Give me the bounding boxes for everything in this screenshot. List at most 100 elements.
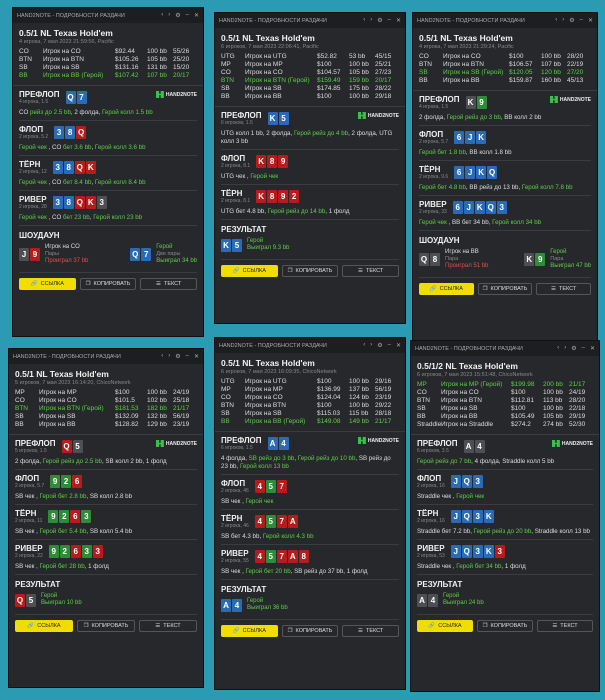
player-row[interactable]: MP Игрок на MP $136.99 137 bb 56/19 [221,386,399,394]
minimize-icon[interactable]: – [388,342,391,349]
link-button[interactable]: 🔗 ССЫЛКА [221,625,278,637]
player-row[interactable]: CO Игрок на CO $124.04 124 bb 23/19 [221,394,399,402]
player-row[interactable]: BB Игрок на BB (Герой) $107.42 107 bb 20/17 [19,72,197,80]
text-button[interactable]: ☰ ТЕКСТ [536,282,592,295]
playing-card: A [287,550,298,563]
link-button[interactable]: 🔗 ССЫЛКА [419,282,474,295]
copy-button[interactable]: ❐ КОПИРОВАТЬ [79,277,137,290]
player-row[interactable]: BB Игрок на BB $159.87 160 bb 45/13 [419,77,591,85]
player-row[interactable]: CO Игрок на CO $104.57 105 bb 27/23 [221,69,399,77]
back-icon[interactable]: ‹ [363,342,365,349]
player-row[interactable]: BB Игрок на BB $128.82 129 bb 23/19 [15,421,197,429]
playing-card: K [256,190,267,203]
forward-icon[interactable]: › [564,345,566,352]
street-header: ТЁРН 2 игрока, 46 4 5 7 A [221,514,399,529]
copy-button[interactable]: ❐ КОПИРОВАТЬ [477,620,533,632]
player-row[interactable]: UTG Игрок на UTG $100 100 bb 29/16 [221,378,399,386]
window-titlebar[interactable]: HAND2NOTE - ПОДРОБНОСТИ РАЗДАЧИ ‹ › ⚙ – ✕ [215,338,405,353]
text-button[interactable]: ☰ ТЕКСТ [342,625,400,637]
gear-icon[interactable]: ⚙ [377,17,382,24]
text-button[interactable]: ☰ ТЕКСТ [342,265,400,277]
player-row[interactable]: SB Игрок на SB (Герой) $120.05 120 bb 27/20 [419,69,591,77]
minimize-icon[interactable]: – [186,12,189,19]
close-icon[interactable]: ✕ [588,17,593,24]
link-button[interactable]: 🔗 ССЫЛКА [15,620,73,632]
player-row[interactable]: BB Игрок на BB $100 100 bb 29/18 [221,93,399,101]
result-left: A 4 Герой Выиграл 36 bb [221,598,288,612]
link-button[interactable]: 🔗 ССЫЛКА [221,265,278,277]
hand2note-logo: HAND2NOTE [357,437,399,444]
forward-icon[interactable]: › [168,12,170,19]
close-icon[interactable]: ✕ [590,345,595,352]
window-titlebar[interactable]: HAND2NOTE - ПОДРОБНОСТИ РАЗДАЧИ ‹ › ⚙ – ✕ [215,13,405,28]
player-row[interactable]: CO Игрок на CO $92.44 100 bb 55/26 [19,48,197,56]
player-row[interactable]: Straddle Игрок на Straddle $274.2 274 bb 52/… [417,421,593,429]
link-button[interactable]: 🔗 ССЫЛКА [417,620,473,632]
minimize-icon[interactable]: – [186,353,189,360]
close-icon[interactable]: ✕ [396,342,401,349]
copy-button[interactable]: ❐ КОПИРОВАТЬ [77,620,135,632]
player-row[interactable]: BTN Игрок на BTN (Герой) $159.49 159 bb 20/1… [221,77,399,85]
copy-button[interactable]: ❐ КОПИРОВАТЬ [477,282,533,295]
hand-details-panel: HAND2NOTE - ПОДРОБНОСТИ РАЗДАЧИ ‹ › ⚙ – ✕ 0.5/… [412,12,598,345]
window-titlebar[interactable]: HAND2NOTE - ПОДРОБНОСТИ РАЗДАЧИ ‹ › ⚙ – ✕ [413,13,597,28]
forward-icon[interactable]: › [168,353,170,360]
player-stack: $274.2 [511,421,531,428]
text-button[interactable]: ☰ ТЕКСТ [140,277,198,290]
close-icon[interactable]: ✕ [194,12,199,19]
back-icon[interactable]: ‹ [161,353,163,360]
player-row[interactable]: BTN Игрок на BTN $100 100 bb 29/22 [221,402,399,410]
player-row[interactable]: MP Игрок на MP (Герой) $199.98 200 bb 21/17 [417,381,593,389]
gear-icon[interactable]: ⚙ [571,345,576,352]
player-row[interactable]: CO Игрок на CO $101.5 102 bb 25/18 [15,397,197,405]
minimize-icon[interactable]: – [388,17,391,24]
playing-card: 3 [494,545,505,558]
playing-card: 5 [265,480,276,493]
minimize-icon[interactable]: – [582,345,585,352]
text-icon: ☰ [358,628,363,634]
window-titlebar[interactable]: HAND2NOTE - ПОДРОБНОСТИ РАЗДАЧИ ‹ › ⚙ – ✕ [411,341,599,356]
player-row[interactable]: BB Игрок на BB $105.49 105 bb 29/19 [417,413,593,421]
gear-icon[interactable]: ⚙ [175,353,180,360]
minimize-icon[interactable]: – [580,17,583,24]
player-row[interactable]: SB Игрок на SB $132.09 132 bb 56/19 [15,413,197,421]
player-name: Игрок на CO [245,69,283,76]
player-row[interactable]: BTN Игрок на BTN $105.26 105 bb 25/20 [19,56,197,64]
player-row[interactable]: MP Игрок на MP $100 100 bb 24/19 [15,389,197,397]
player-row[interactable]: BTN Игрок на BTN $112.81 113 bb 28/20 [417,397,593,405]
player-row[interactable]: SB Игрок на SB $131.16 131 bb 15/20 [19,64,197,72]
player-row[interactable]: SB Игрок на SB $115.03 115 bb 28/18 [221,410,399,418]
forward-icon[interactable]: › [370,17,372,24]
player-row[interactable]: UTG Игрок на UTG $52.82 53 bb 45/15 [221,53,399,61]
player-row[interactable]: MP Игрок на MP $100 100 bb 25/21 [221,61,399,69]
close-icon[interactable]: ✕ [194,353,199,360]
street-action: SB бет 4.3 bb, Герой колл 4.3 bb [221,533,399,541]
forward-icon[interactable]: › [562,17,564,24]
copy-button[interactable]: ❐ КОПИРОВАТЬ [281,265,339,277]
copy-button[interactable]: ❐ КОПИРОВАТЬ [281,625,339,637]
back-icon[interactable]: ‹ [161,12,163,19]
window-titlebar[interactable]: HAND2NOTE - ПОДРОБНОСТИ РАЗДАЧИ ‹ › ⚙ – ✕ [9,349,203,364]
back-icon[interactable]: ‹ [555,17,557,24]
back-icon[interactable]: ‹ [363,17,365,24]
gear-icon[interactable]: ⚙ [377,342,382,349]
text-button[interactable]: ☰ ТЕКСТ [537,620,593,632]
close-icon[interactable]: ✕ [396,17,401,24]
forward-icon[interactable]: › [370,342,372,349]
player-row[interactable]: BTN Игрок на BTN $106.57 107 bb 22/19 [419,61,591,69]
gear-icon[interactable]: ⚙ [175,12,180,19]
player-row[interactable]: BTN Игрок на BTN (Герой) $181.53 182 bb 21/1… [15,405,197,413]
back-icon[interactable]: ‹ [557,345,559,352]
player-row[interactable]: SB Игрок на SB $100 100 bb 22/18 [417,405,593,413]
player-row[interactable]: BB Игрок на BB (Герой) $149.08 149 bb 21/17 [221,418,399,426]
link-button[interactable]: 🔗 ССЫЛКА [19,277,76,290]
street-header: ТЁРН 2 игрока, 16 J Q 3 K [417,509,593,524]
gear-icon[interactable]: ⚙ [569,17,574,24]
player-row[interactable]: SB Игрок на SB $174.85 175 bb 28/22 [221,85,399,93]
player-row[interactable]: CO Игрок на CO $100 100 bb 28/20 [419,53,591,61]
street-header: ФЛОП 2 игрока, 8.1 K 8 9 [221,154,399,169]
player-row[interactable]: CO Игрок на CO $100 100 bb 24/19 [417,389,593,397]
player-name: Игрок на CO [43,48,81,55]
text-button[interactable]: ☰ ТЕКСТ [139,620,197,632]
window-titlebar[interactable]: HAND2NOTE - ПОДРОБНОСТИ РАЗДАЧИ ‹ › ⚙ – ✕ [13,8,203,23]
